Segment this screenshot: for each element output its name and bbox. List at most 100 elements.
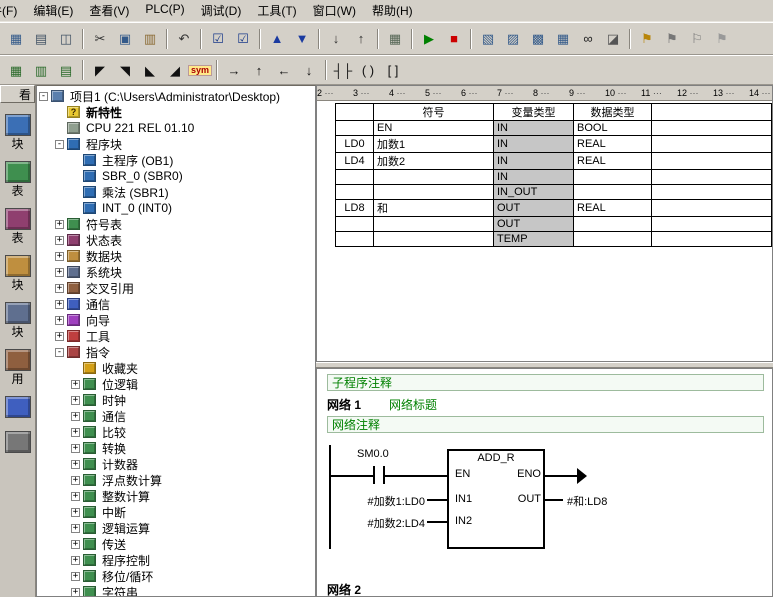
tree-expand-toggle[interactable]: - <box>39 92 48 101</box>
tree-item[interactable]: + 向导 <box>37 312 315 328</box>
tree-expand-toggle[interactable]: + <box>71 444 80 453</box>
cell-var-type[interactable]: OUT <box>494 200 574 217</box>
tree-item[interactable]: + 通信 <box>37 296 315 312</box>
tree-expand-toggle[interactable]: + <box>71 540 80 549</box>
cell-data-type[interactable] <box>574 217 652 232</box>
cell-comment[interactable] <box>652 170 772 185</box>
bookmark-clear-button[interactable]: ⚑ <box>710 28 734 50</box>
cell-symbol[interactable] <box>374 185 494 200</box>
cell-data-type[interactable] <box>574 170 652 185</box>
cell-symbol[interactable] <box>374 232 494 247</box>
new-window-button[interactable]: ▦ <box>4 28 28 50</box>
navbar-item-set-pg-pc[interactable] <box>5 431 31 455</box>
tree-item[interactable]: + 状态表 <box>37 232 315 248</box>
cell-data-type[interactable] <box>574 232 652 247</box>
cell-comment[interactable] <box>652 232 772 247</box>
tree-expand-toggle[interactable]: + <box>55 316 64 325</box>
operand-in2[interactable]: #加数2:LD4 <box>329 515 425 531</box>
copy-button[interactable]: ▣ <box>113 28 137 50</box>
tree-item[interactable]: INT_0 (INT0) <box>37 200 315 216</box>
tree-item[interactable]: CPU 221 REL 01.10 <box>37 120 315 136</box>
tree-item[interactable]: SBR_0 (SBR0) <box>37 168 315 184</box>
tree-expand-toggle[interactable]: + <box>55 236 64 245</box>
tree-item[interactable]: + 交叉引用 <box>37 280 315 296</box>
cell-address[interactable] <box>336 121 374 136</box>
tree-item[interactable]: - 项目1 (C:\Users\Administrator\Desktop) <box>37 88 315 104</box>
cell-symbol[interactable] <box>374 217 494 232</box>
run-button[interactable]: ▶ <box>417 28 441 50</box>
tree-expand-toggle[interactable]: + <box>55 220 64 229</box>
cell-symbol[interactable]: 加数2 <box>374 153 494 170</box>
undo-button[interactable]: ↶ <box>172 28 196 50</box>
tree-item[interactable]: 主程序 (OB1) <box>37 152 315 168</box>
navbar-item-system-block[interactable]: 块 <box>5 302 31 338</box>
delete-row-button[interactable]: ◢ <box>163 59 187 81</box>
delete-network-button[interactable]: ◥ <box>113 59 137 81</box>
cell-data-type[interactable]: REAL <box>574 153 652 170</box>
cell-var-type[interactable]: IN <box>494 121 574 136</box>
navbar-item-program-block[interactable]: 块 <box>5 114 31 150</box>
menu-item[interactable]: 编辑(E) <box>25 0 81 22</box>
cell-data-type[interactable]: BOOL <box>574 121 652 136</box>
cut-button[interactable]: ✂ <box>88 28 112 50</box>
tree-item[interactable]: + 符号表 <box>37 216 315 232</box>
navbar-item-communication[interactable] <box>5 396 31 420</box>
tree-expand-toggle[interactable]: + <box>71 524 80 533</box>
tree-item[interactable]: - 程序块 <box>37 136 315 152</box>
cell-symbol[interactable]: 加数1 <box>374 136 494 153</box>
cell-comment[interactable] <box>652 185 772 200</box>
tree-item[interactable]: + 逻辑运算 <box>37 520 315 536</box>
sort-descending-button[interactable]: ↑ <box>349 28 373 50</box>
line-up-button[interactable]: ↑ <box>247 59 271 81</box>
find-button[interactable]: ∞ <box>576 28 600 50</box>
tree-item[interactable]: + 计数器 <box>37 456 315 472</box>
navbar-view-header[interactable]: 看 <box>0 85 35 103</box>
network-2-label[interactable]: 网络 2 <box>327 581 361 597</box>
cell-var-type[interactable]: TEMP <box>494 232 574 247</box>
options-button[interactable]: ▦ <box>383 28 407 50</box>
tree-expand-toggle[interactable]: + <box>55 300 64 309</box>
grid-button[interactable]: ▦ <box>4 59 28 81</box>
symbol-table-button[interactable]: ▥ <box>29 59 53 81</box>
compile-all-button[interactable]: ☑ <box>231 28 255 50</box>
network-1-label[interactable]: 网络 1 <box>327 396 361 413</box>
tree-expand-toggle[interactable]: + <box>55 332 64 341</box>
tree-expand-toggle[interactable]: - <box>55 348 64 357</box>
navbar-item-status-chart[interactable]: 表 <box>5 208 31 244</box>
tree-item[interactable]: + 浮点数计算 <box>37 472 315 488</box>
tree-item[interactable]: + 数据块 <box>37 248 315 264</box>
tree-item[interactable]: + 工具 <box>37 328 315 344</box>
menu-item[interactable]: 窗口(W) <box>305 0 364 22</box>
tree-expand-toggle[interactable]: + <box>71 572 80 581</box>
sym-toggle-button[interactable]: sym <box>188 59 212 81</box>
bookmark-next-button[interactable]: ⚑ <box>660 28 684 50</box>
tree-expand-toggle[interactable]: + <box>71 492 80 501</box>
tree-item[interactable]: + 转换 <box>37 440 315 456</box>
cell-symbol[interactable] <box>374 170 494 185</box>
operand-out[interactable]: #和:LD8 <box>567 493 607 509</box>
tree-expand-toggle[interactable]: + <box>71 588 80 597</box>
bookmark-previous-button[interactable]: ⚐ <box>685 28 709 50</box>
tree-item[interactable]: + 传送 <box>37 536 315 552</box>
tree-expand-toggle[interactable]: + <box>55 252 64 261</box>
menu-item[interactable]: PLC(P) <box>137 0 192 22</box>
tree-item[interactable]: 收藏夹 <box>37 360 315 376</box>
cell-address[interactable]: LD8 <box>336 200 374 217</box>
download-button[interactable]: ▼ <box>290 28 314 50</box>
cell-var-type[interactable]: IN_OUT <box>494 185 574 200</box>
line-left-button[interactable]: ← <box>272 59 296 81</box>
tree-item[interactable]: + 移位/循环 <box>37 568 315 584</box>
cell-data-type[interactable] <box>574 185 652 200</box>
print-button[interactable]: ▤ <box>29 28 53 50</box>
tree-item[interactable]: + 通信 <box>37 408 315 424</box>
compile-button[interactable]: ☑ <box>206 28 230 50</box>
tree-expand-toggle[interactable]: + <box>71 396 80 405</box>
print-preview-button[interactable]: ◫ <box>54 28 78 50</box>
cell-comment[interactable] <box>652 153 772 170</box>
tree-expand-toggle[interactable]: + <box>71 556 80 565</box>
tree-item[interactable]: + 整数计算 <box>37 488 315 504</box>
bookmark-toggle-button[interactable]: ⚑ <box>635 28 659 50</box>
tree-expand-toggle[interactable]: + <box>71 508 80 517</box>
tree-item[interactable]: - 指令 <box>37 344 315 360</box>
program-status-button[interactable]: ▧ <box>476 28 500 50</box>
